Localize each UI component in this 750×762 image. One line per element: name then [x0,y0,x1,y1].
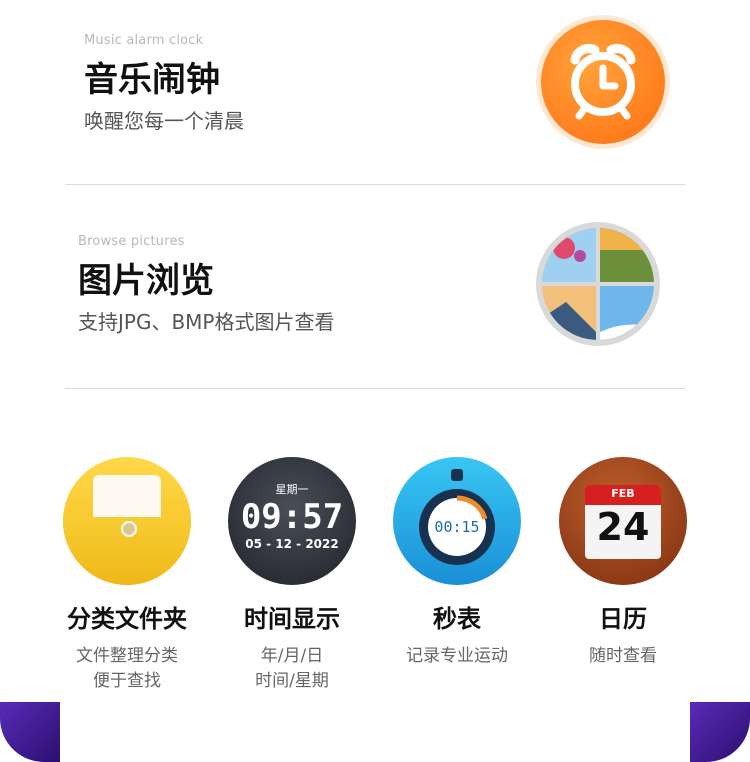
gallery-section: Browse pictures 图片浏览 支持JPG、BMP格式图片查看 [78,234,335,335]
watch-face-icon: 星期一 09:57 05 - 12 - 2022 [228,457,356,585]
feature-name: 秒表 [433,605,481,633]
alarm-description: 唤醒您每一个清晨 [84,109,244,133]
feature-name: 时间显示 [244,605,340,633]
corner-decoration-right [690,702,750,762]
feature-folder[interactable]: 分类文件夹 文件整理分类 便于查找 [52,457,202,694]
photo-grid-icon [536,222,660,346]
feature-name: 分类文件夹 [67,605,187,633]
feature-name: 日历 [599,605,647,633]
calendar-icon: FEB 24 [559,457,687,585]
gallery-subtitle-en: Browse pictures [78,234,185,249]
divider [65,388,685,389]
watch-time: 09:57 [240,497,344,537]
feature-calendar[interactable]: FEB 24 日历 随时查看 [548,457,698,669]
divider [65,184,685,185]
feature-description-line2: 便于查找 [93,671,161,691]
watch-weekday: 星期一 [275,483,309,496]
feature-stopwatch[interactable]: 00:15 秒表 记录专业运动 [382,457,532,669]
feature-description-line2: 时间/星期 [255,671,329,691]
calendar-month: FEB [611,487,635,500]
corner-decoration-left [0,702,60,762]
alarm-section: Music alarm clock 音乐闹钟 唤醒您每一个清晨 [84,33,244,134]
watch-date: 05 - 12 - 2022 [245,537,339,551]
alarm-subtitle-en: Music alarm clock [84,33,204,48]
stopwatch-icon: 00:15 [393,457,521,585]
alarm-title: 音乐闹钟 [84,60,220,100]
feature-description-line1: 文件整理分类 [76,646,178,666]
stopwatch-readout: 00:15 [434,518,480,536]
gallery-description: 支持JPG、BMP格式图片查看 [78,310,335,334]
feature-description-line1: 随时查看 [589,646,657,666]
feature-card: Music alarm clock 音乐闹钟 唤醒您每一个清晨 Browse p… [0,0,750,762]
feature-time-display[interactable]: 星期一 09:57 05 - 12 - 2022 时间显示 年/月/日 时间/星… [217,457,367,694]
alarm-clock-icon [541,20,665,144]
feature-description-line1: 记录专业运动 [406,646,508,666]
folder-icon [63,457,191,585]
feature-description-line1: 年/月/日 [260,646,324,666]
gallery-title: 图片浏览 [78,261,214,301]
calendar-day: 24 [596,505,650,549]
